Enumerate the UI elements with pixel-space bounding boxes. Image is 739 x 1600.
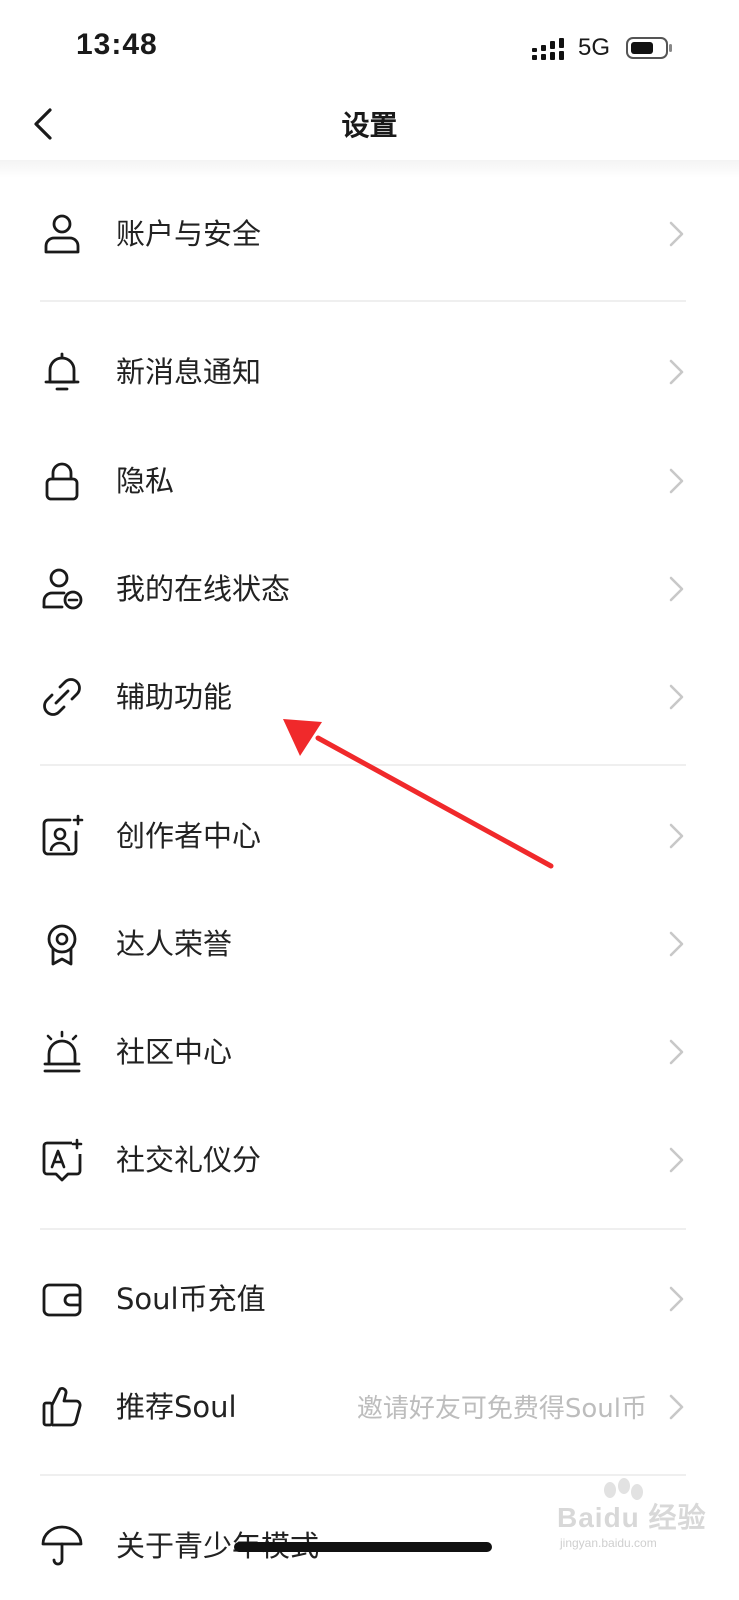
header-shadow — [0, 160, 739, 178]
row-label: 社交礼仪分 — [116, 1143, 262, 1177]
link-icon — [43, 678, 81, 716]
thumbs-up-icon — [42, 1387, 82, 1427]
status-bar: 13:48 5G — [0, 0, 739, 90]
chevron-right-icon — [669, 359, 684, 385]
row-label: 账户与安全 — [116, 217, 262, 251]
settings-row-social-etiquette[interactable]: 社交礼仪分 — [0, 1106, 739, 1214]
lock-icon — [45, 462, 79, 501]
row-label: 创作者中心 — [116, 819, 262, 853]
etiquette-icon — [42, 1138, 83, 1182]
watermark-brand: Baidu 经验 — [557, 1502, 707, 1533]
chevron-right-icon — [669, 1039, 684, 1065]
settings-row-online-status[interactable]: 我的在线状态 — [0, 535, 739, 643]
umbrella-icon — [41, 1525, 83, 1566]
section-divider — [40, 300, 686, 302]
network-type: 5G — [578, 34, 611, 61]
chevron-right-icon — [669, 684, 684, 710]
row-label: 社区中心 — [116, 1035, 233, 1069]
row-label: 新消息通知 — [116, 355, 262, 389]
settings-row-creator-center[interactable]: 创作者中心 — [0, 782, 739, 890]
chevron-right-icon — [669, 221, 684, 247]
settings-row-expert-honor[interactable]: 达人荣誉 — [0, 890, 739, 998]
row-label: 推荐Soul — [116, 1390, 237, 1424]
chevron-right-icon — [669, 576, 684, 602]
bell-icon — [44, 352, 80, 391]
battery-icon — [626, 37, 672, 59]
chevron-right-icon — [669, 931, 684, 957]
user-status-icon — [42, 568, 83, 610]
settings-row-account-security[interactable]: 账户与安全 — [0, 180, 739, 288]
row-label: 我的在线状态 — [116, 572, 291, 606]
section-divider — [40, 1228, 686, 1230]
row-label: Soul币充值 — [116, 1282, 266, 1316]
medal-icon — [47, 924, 77, 966]
settings-row-privacy[interactable]: 隐私 — [0, 427, 739, 535]
wallet-icon — [42, 1283, 82, 1317]
alarm-light-icon — [43, 1030, 81, 1073]
chevron-right-icon — [669, 468, 684, 494]
row-label: 隐私 — [116, 464, 175, 498]
user-icon — [44, 214, 80, 254]
row-label: 达人荣誉 — [116, 927, 233, 961]
page-title: 设置 — [341, 109, 398, 142]
row-label: 辅助功能 — [116, 680, 233, 714]
invite-hint: 邀请好友可免费得Soul币 — [356, 1394, 647, 1424]
chevron-right-icon — [669, 1286, 684, 1312]
settings-row-notifications[interactable]: 新消息通知 — [0, 318, 739, 426]
status-time: 13:48 — [76, 28, 158, 61]
settings-row-soul-coin-recharge[interactable]: Soul币充值 — [0, 1245, 739, 1353]
creator-icon — [42, 814, 84, 856]
home-indicator[interactable] — [234, 1542, 492, 1552]
settings-row-recommend-soul[interactable]: 推荐Soul 邀请好友可免费得Soul币 — [0, 1353, 739, 1461]
navigation-bar: 设置 — [0, 90, 739, 162]
settings-row-community-center[interactable]: 社区中心 — [0, 998, 739, 1106]
chevron-right-icon — [669, 823, 684, 849]
settings-row-accessibility[interactable]: 辅助功能 — [0, 643, 739, 751]
section-divider — [40, 764, 686, 766]
watermark-url: jingyan.baidu.com — [560, 1536, 657, 1550]
chevron-right-icon — [669, 1394, 684, 1420]
signal-strength-icon — [532, 38, 564, 60]
chevron-right-icon — [669, 1147, 684, 1173]
